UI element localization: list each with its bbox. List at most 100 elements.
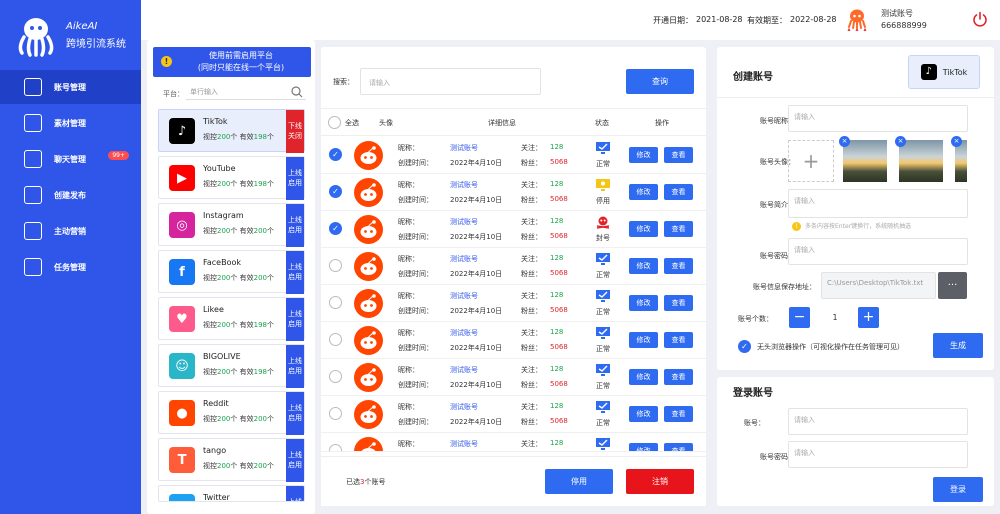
platform-toggle-button[interactable]: 上线启用: [286, 298, 304, 341]
nickname-value[interactable]: 测试账号: [450, 291, 478, 301]
view-button[interactable]: 查看: [664, 184, 693, 200]
edit-button[interactable]: 修改: [629, 221, 658, 237]
browse-button[interactable]: ...: [938, 272, 967, 299]
row-checkbox[interactable]: [329, 296, 342, 309]
table-row[interactable]: 昵称：测试账号关注：128创建时间：2022年4月10日粉丝：5068正常修改查…: [321, 359, 706, 396]
platform-toggle-button[interactable]: 上线启用: [286, 392, 304, 435]
view-button[interactable]: 查看: [664, 295, 693, 311]
power-icon[interactable]: [972, 11, 988, 27]
search-input[interactable]: 请输入: [360, 68, 541, 95]
save-path-input[interactable]: C:\Users\Desktop\TikTok.txt: [821, 272, 936, 299]
search-icon[interactable]: [291, 86, 303, 98]
platform-card[interactable]: ● Reddit 视控200个 有效200个 上线 启用: [158, 391, 305, 435]
upload-avatar-button[interactable]: +: [788, 140, 834, 182]
remove-photo-icon[interactable]: ×: [951, 136, 962, 147]
edit-button[interactable]: 修改: [629, 184, 658, 200]
remove-photo-icon[interactable]: ×: [895, 136, 906, 147]
view-button[interactable]: 查看: [664, 332, 693, 348]
nickname-value[interactable]: 测试账号: [450, 328, 478, 338]
platform-card[interactable]: ✦ Twitter 上线启用: [158, 485, 305, 502]
edit-button[interactable]: 修改: [629, 369, 658, 385]
table-row[interactable]: 昵称：测试账号关注：128创建时间：2022年4月10日粉丝：5068正常修改查…: [321, 285, 706, 322]
edit-button[interactable]: 修改: [629, 147, 658, 163]
sidebar-item-0[interactable]: 账号管理: [0, 70, 141, 104]
row-checkbox[interactable]: ✓: [329, 148, 342, 161]
following-label: 关注：: [521, 181, 542, 189]
remove-photo-icon[interactable]: ×: [839, 136, 850, 147]
password-input[interactable]: 请输入: [788, 238, 968, 265]
table-row[interactable]: 昵称：测试账号关注：128创建时间：2022年4月10日粉丝：5068正常修改查…: [321, 433, 706, 452]
login-password-input[interactable]: 请输入: [788, 441, 968, 468]
decrease-count-button[interactable]: −: [789, 307, 810, 328]
view-button[interactable]: 查看: [664, 258, 693, 274]
platform-toggle-button[interactable]: 上线启用: [286, 204, 304, 247]
generate-button[interactable]: 生成: [933, 333, 983, 358]
platform-card[interactable]: Ttango 视控200个 有效200个 上线 启用: [158, 438, 305, 482]
nickname-value[interactable]: 测试账号: [450, 439, 478, 449]
table-row[interactable]: ✓ 昵称： 测试账号 关注： 128 创建时间： 2022年4月10日 粉丝： 5068 封号 修改…: [321, 211, 706, 248]
platform-filter-input[interactable]: 单行输入: [186, 84, 306, 100]
sidebar-item-1[interactable]: 素材管理: [0, 106, 141, 140]
table-row[interactable]: 昵称：测试账号关注：128创建时间：2022年4月10日粉丝：5068正常修改查…: [321, 322, 706, 359]
tiktok-icon: ♪: [920, 64, 937, 80]
created-value: 2022年4月10日: [450, 381, 503, 389]
nickname-value[interactable]: 测试账号: [450, 254, 478, 264]
row-checkbox[interactable]: [329, 370, 342, 383]
user-avatar-icon[interactable]: [844, 7, 870, 33]
row-checkbox[interactable]: [329, 259, 342, 272]
platform-toggle-button[interactable]: 上线启用: [286, 251, 304, 294]
platform-toggle-button[interactable]: 上线启用: [286, 345, 304, 388]
platform-card[interactable]: ☺ BIGOLIVE 视控200个 有效198个 上线 启用: [158, 344, 305, 388]
platform-card[interactable]: f FaceBook 视控200个 有效200个 上线 启用: [158, 250, 305, 294]
row-checkbox[interactable]: [329, 407, 342, 420]
edit-button[interactable]: 修改: [629, 406, 658, 422]
sidebar-item-2[interactable]: 聊天管理 99+: [0, 142, 141, 176]
row-checkbox[interactable]: [329, 444, 342, 451]
platform-toggle-button[interactable]: 下线 关闭: [286, 110, 304, 153]
view-button[interactable]: 查看: [664, 369, 693, 385]
table-row[interactable]: 昵称：测试账号关注：128创建时间：2022年4月10日粉丝：5068正常修改查…: [321, 396, 706, 433]
table-row[interactable]: 昵称：测试账号关注：128创建时间：2022年4月10日粉丝：5068正常修改查…: [321, 248, 706, 285]
row-checkbox[interactable]: ✓: [329, 222, 342, 235]
edit-button[interactable]: 修改: [629, 295, 658, 311]
nickname-value[interactable]: 测试账号: [450, 365, 478, 375]
edit-button[interactable]: 修改: [629, 332, 658, 348]
view-button[interactable]: 查看: [664, 221, 693, 237]
platform-card[interactable]: ◎ Instagram 视控200个 有效200个 上线 启用: [158, 203, 305, 247]
sidebar-item-5[interactable]: 任务管理: [0, 250, 141, 284]
sidebar-item-4[interactable]: 主动营销: [0, 214, 141, 248]
nickname-value[interactable]: 测试账号: [450, 217, 478, 227]
login-account-input[interactable]: 请输入: [788, 408, 968, 435]
login-button[interactable]: 登录: [933, 477, 983, 502]
nickname-value[interactable]: 测试账号: [450, 143, 478, 153]
platform-toggle-button[interactable]: 上线启用: [286, 439, 304, 482]
nickname-value[interactable]: 测试账号: [450, 402, 478, 412]
platform-card[interactable]: ▶ YouTube 视控200个 有效198个 上线 启用: [158, 156, 305, 200]
edit-button[interactable]: 修改: [629, 443, 658, 451]
platform-card[interactable]: ♪ TikTok 视控200个 有效198个 下线 关闭: [158, 109, 305, 153]
platform-toggle-button[interactable]: 上线启用: [286, 157, 304, 200]
headless-checkbox[interactable]: ✓: [738, 340, 751, 353]
view-button[interactable]: 查看: [664, 443, 693, 451]
cancel-account-button[interactable]: 注销: [626, 469, 694, 494]
tiktok-platform-button[interactable]: ♪ TikTok: [908, 55, 980, 89]
disable-button[interactable]: 停用: [545, 469, 613, 494]
sidebar-item-3[interactable]: 创建发布: [0, 178, 141, 212]
nickname-input[interactable]: 请输入: [788, 105, 968, 132]
edit-button[interactable]: 修改: [629, 258, 658, 274]
th-action: 操作: [655, 119, 669, 127]
view-button[interactable]: 查看: [664, 147, 693, 163]
platform-toggle-button[interactable]: 上线启用: [286, 486, 304, 501]
count-value[interactable]: 1: [828, 313, 842, 322]
row-checkbox[interactable]: ✓: [329, 185, 342, 198]
select-all-checkbox[interactable]: [328, 116, 341, 129]
platform-card[interactable]: ♥ Likee 视控200个 有效198个 上线 启用: [158, 297, 305, 341]
table-row[interactable]: ✓ 昵称： 测试账号 关注： 128 创建时间： 2022年4月10日 粉丝： 5068 正常 修改…: [321, 137, 706, 174]
increase-count-button[interactable]: +: [858, 307, 879, 328]
row-checkbox[interactable]: [329, 333, 342, 346]
bio-input[interactable]: 请输入: [788, 189, 968, 218]
view-button[interactable]: 查看: [664, 406, 693, 422]
query-button[interactable]: 查询: [626, 69, 694, 94]
nickname-value[interactable]: 测试账号: [450, 180, 478, 190]
table-row[interactable]: ✓ 昵称： 测试账号 关注： 128 创建时间： 2022年4月10日 粉丝： 5068 停用 修改…: [321, 174, 706, 211]
